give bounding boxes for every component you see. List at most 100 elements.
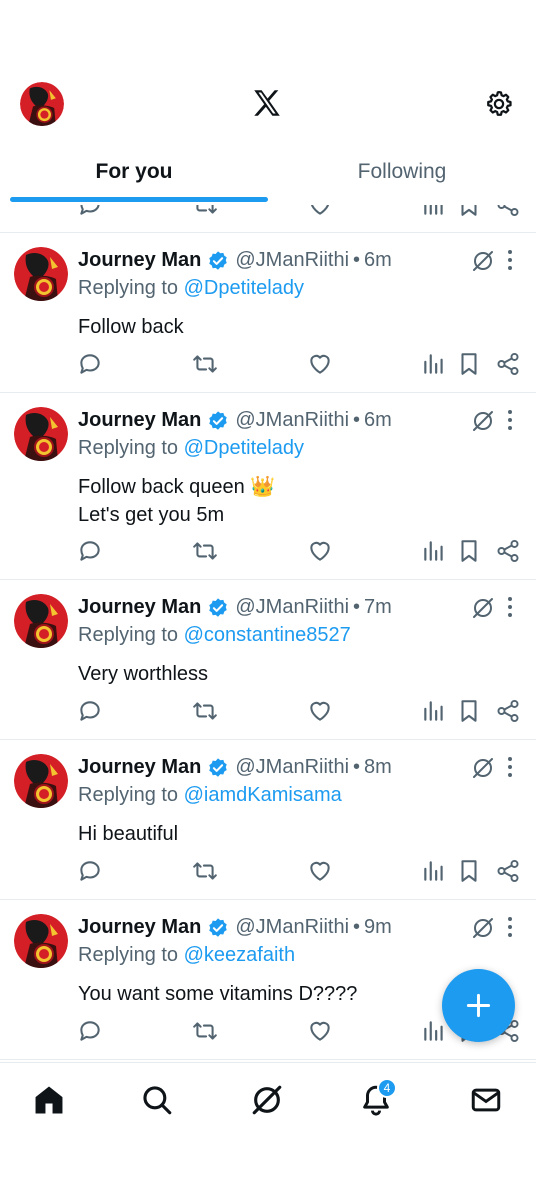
views-icon[interactable] — [421, 1018, 447, 1044]
like-icon[interactable] — [307, 538, 333, 564]
separator-dot: • — [353, 409, 361, 431]
author-name[interactable]: Journey Man — [78, 409, 201, 432]
x-logo-icon[interactable] — [250, 86, 284, 120]
retweet-icon[interactable] — [192, 538, 218, 564]
grok-icon[interactable] — [471, 596, 495, 620]
grok-icon[interactable] — [471, 409, 495, 433]
tweet-header: Journey Man @JManRiithi • 7m — [78, 596, 392, 619]
views-icon[interactable] — [421, 858, 447, 884]
retweet-icon[interactable] — [192, 698, 218, 724]
bookmark-icon[interactable] — [456, 538, 482, 564]
author-handle[interactable]: @JManRiithi — [235, 409, 349, 432]
tweet-header: Journey Man @JManRiithi • 8m — [78, 756, 392, 779]
tweet-time[interactable]: 7m — [364, 596, 392, 619]
grok-icon[interactable] — [471, 249, 495, 273]
reply-icon[interactable] — [77, 858, 103, 884]
like-icon[interactable] — [307, 858, 333, 884]
reply-mention[interactable]: @iamdKamisama — [184, 784, 342, 806]
separator-dot: • — [353, 596, 361, 618]
retweet-icon[interactable] — [192, 858, 218, 884]
profile-avatar[interactable] — [20, 82, 64, 126]
search-icon[interactable] — [140, 1083, 174, 1117]
avatar[interactable] — [14, 594, 68, 648]
compose-button[interactable] — [442, 969, 515, 1042]
more-options-icon[interactable] — [505, 915, 515, 939]
retweet-icon[interactable] — [192, 351, 218, 377]
author-handle[interactable]: @JManRiithi — [235, 249, 349, 272]
reply-context: Replying to @iamdKamisama — [78, 784, 342, 807]
gear-icon[interactable] — [484, 89, 514, 119]
tweet[interactable]: Journey Man @JManRiithi • 6m Replying to @Dp… — [0, 233, 536, 393]
retweet-icon[interactable] — [192, 1018, 218, 1044]
reply-context: Replying to @constantine8527 — [78, 624, 351, 647]
like-icon[interactable] — [307, 351, 333, 377]
grok-icon[interactable] — [471, 916, 495, 940]
tweet[interactable]: Journey Man @JManRiithi • 8m Replying to @ia… — [0, 740, 536, 900]
tweet-time[interactable]: 9m — [364, 916, 392, 939]
author-name[interactable]: Journey Man — [78, 756, 201, 779]
bookmark-icon[interactable] — [456, 351, 482, 377]
share-icon[interactable] — [495, 538, 521, 564]
separator-dot: • — [353, 916, 361, 938]
more-options-icon[interactable] — [505, 595, 515, 619]
tweet-time[interactable]: 6m — [364, 249, 392, 272]
tweet-text: Very worthless — [78, 663, 209, 685]
bookmark-icon[interactable] — [456, 858, 482, 884]
reply-prefix: Replying to — [78, 437, 179, 459]
reply-context: Replying to @keezafaith — [78, 944, 295, 967]
separator-dot: • — [353, 249, 361, 271]
share-icon[interactable] — [495, 351, 521, 377]
messages-icon[interactable] — [469, 1083, 503, 1117]
active-tab-indicator — [10, 197, 268, 202]
reply-context: Replying to @Dpetitelady — [78, 277, 304, 300]
more-options-icon[interactable] — [505, 408, 515, 432]
verified-badge-icon — [207, 410, 229, 432]
more-options-icon[interactable] — [505, 755, 515, 779]
tweet-time[interactable]: 6m — [364, 409, 392, 432]
author-handle[interactable]: @JManRiithi — [235, 916, 349, 939]
author-name[interactable]: Journey Man — [78, 916, 201, 939]
reply-context: Replying to @Dpetitelady — [78, 437, 304, 460]
tab-following[interactable]: Following — [268, 150, 536, 200]
tweet-header: Journey Man @JManRiithi • 6m — [78, 409, 392, 432]
tweet-time[interactable]: 8m — [364, 756, 392, 779]
author-handle[interactable]: @JManRiithi — [235, 596, 349, 619]
like-icon[interactable] — [307, 698, 333, 724]
avatar[interactable] — [14, 247, 68, 301]
reply-icon[interactable] — [77, 1018, 103, 1044]
reply-mention[interactable]: @Dpetitelady — [184, 277, 304, 299]
reply-icon[interactable] — [77, 538, 103, 564]
home-icon[interactable] — [32, 1083, 66, 1117]
verified-badge-icon — [207, 917, 229, 939]
author-name[interactable]: Journey Man — [78, 596, 201, 619]
reply-mention[interactable]: @constantine8527 — [184, 624, 351, 646]
separator-dot: • — [353, 756, 361, 778]
reply-icon[interactable] — [77, 698, 103, 724]
tweet[interactable]: Journey Man @JManRiithi • 7m Replying to @co… — [0, 580, 536, 740]
grok-icon[interactable] — [471, 756, 495, 780]
reply-prefix: Replying to — [78, 624, 179, 646]
views-icon[interactable] — [421, 538, 447, 564]
grok-icon[interactable] — [250, 1083, 284, 1117]
tweet-actions — [0, 858, 536, 888]
avatar[interactable] — [14, 754, 68, 808]
tweet-text: Hi beautiful — [78, 823, 179, 845]
verified-badge-icon — [207, 597, 229, 619]
reply-mention[interactable]: @Dpetitelady — [184, 437, 304, 459]
tweet-actions — [0, 351, 536, 381]
views-icon[interactable] — [421, 698, 447, 724]
views-icon[interactable] — [421, 351, 447, 377]
author-handle[interactable]: @JManRiithi — [235, 756, 349, 779]
like-icon[interactable] — [307, 1018, 333, 1044]
author-name[interactable]: Journey Man — [78, 249, 201, 272]
avatar[interactable] — [14, 407, 68, 461]
reply-icon[interactable] — [77, 351, 103, 377]
share-icon[interactable] — [495, 858, 521, 884]
reply-mention[interactable]: @keezafaith — [184, 944, 295, 966]
avatar[interactable] — [14, 914, 68, 968]
more-options-icon[interactable] — [505, 248, 515, 272]
tweet[interactable]: Journey Man @JManRiithi • 6m Replying to @Dp… — [0, 393, 536, 580]
bookmark-icon[interactable] — [456, 698, 482, 724]
tab-for-you[interactable]: For you — [0, 150, 268, 200]
share-icon[interactable] — [495, 698, 521, 724]
